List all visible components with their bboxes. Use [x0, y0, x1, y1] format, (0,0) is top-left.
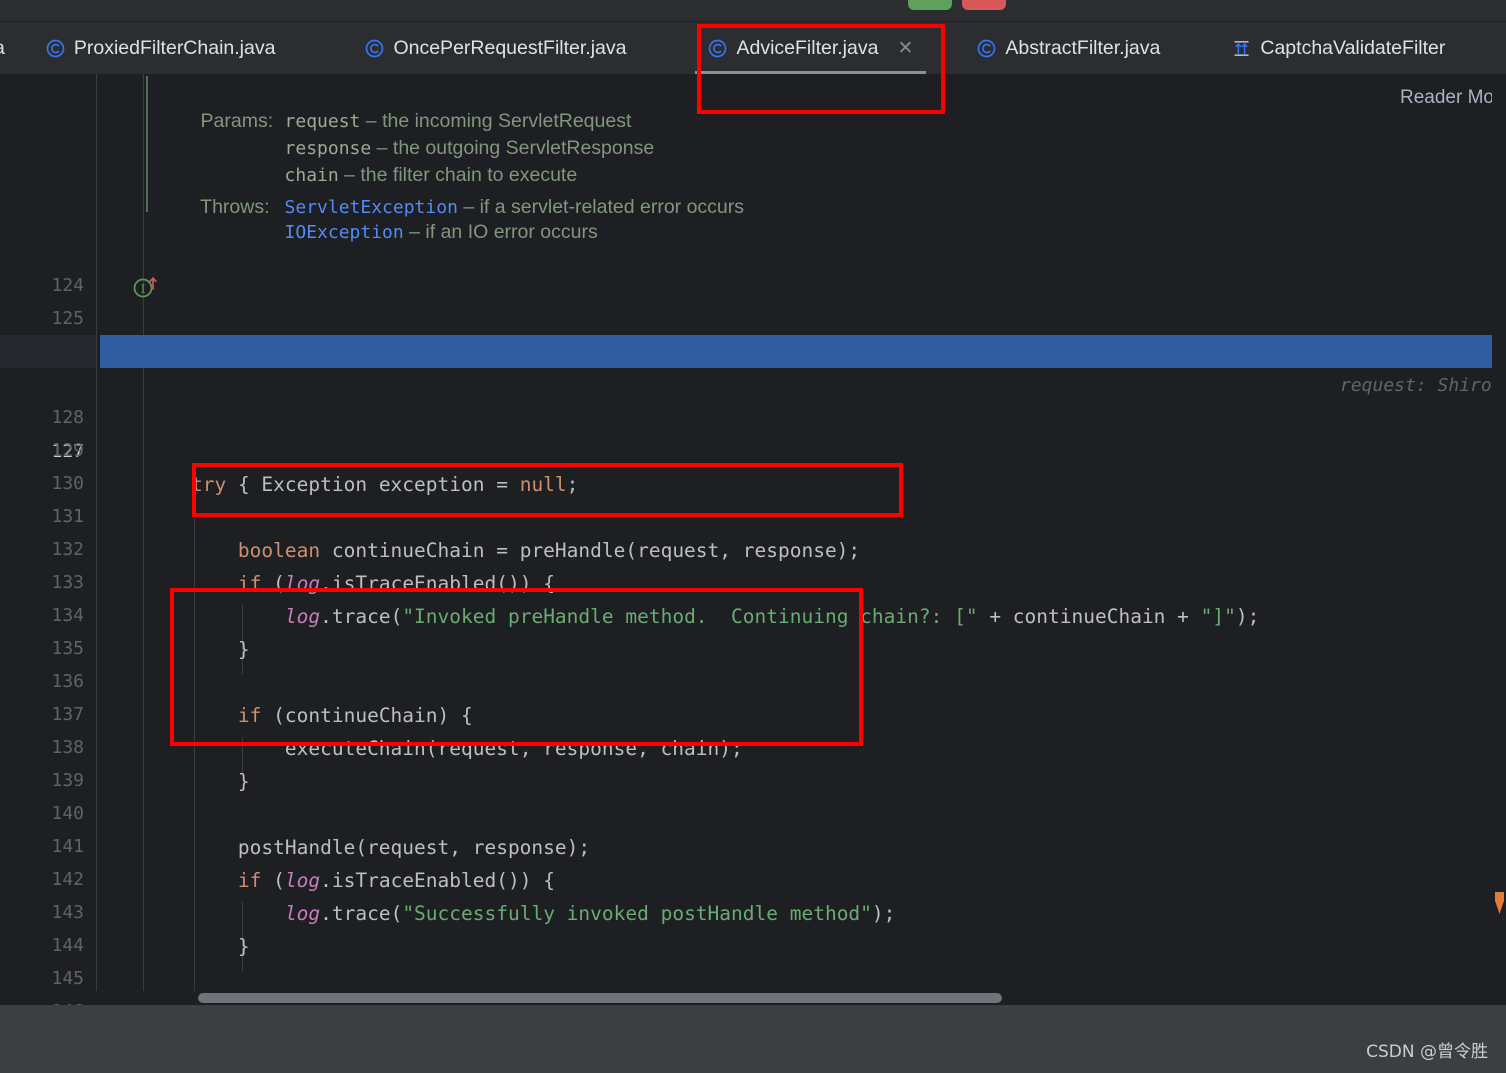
warning-marker[interactable]	[1495, 892, 1504, 914]
bottom-status-bar: CSDN @曾令胜	[0, 1005, 1506, 1073]
editor-tab-label: AbstractFilter.java	[1005, 36, 1161, 59]
editor-tab-label: OncePerRequestFilter.java	[393, 36, 627, 59]
code-line-126[interactable]: 126	[0, 302, 1506, 362]
editor-tab-proxiedfilterchain[interactable]: ProxiedFilterChain.java	[29, 22, 293, 74]
java-abstract-class-icon	[1232, 39, 1251, 58]
code-line-124[interactable]: 124 I public void doFilterInternal(Servl…	[0, 236, 1506, 396]
javadoc-accent-bar	[146, 76, 148, 212]
code-line-138[interactable]: 138 }	[0, 698, 1506, 792]
java-class-icon	[977, 39, 996, 58]
selected-line-gutter	[0, 335, 96, 369]
editor-tab-0[interactable]: a	[0, 22, 15, 74]
code-line-140[interactable]: 140 postHandle(request, response);	[0, 764, 1506, 858]
editor-tab-bar[interactable]: a ProxiedFilterChain.java OncePerRequest…	[0, 22, 1506, 74]
editor-tab-label: a	[0, 37, 5, 60]
code-text: Exception exception = null;	[261, 473, 579, 497]
code-line-128[interactable]: 128	[0, 368, 1506, 428]
horizontal-scrollbar-thumb[interactable]	[198, 993, 1002, 1003]
code-line-142[interactable]: 142 log.trace("Successfully invoked post…	[0, 830, 1506, 924]
code-editor[interactable]: Params: request – the incoming ServletRe…	[0, 74, 1506, 1005]
java-class-icon	[708, 39, 727, 58]
editor-tab-onceperrequestfilter[interactable]: OncePerRequestFilter.java	[348, 22, 643, 74]
reader-mode-link[interactable]: Reader Mo	[1400, 87, 1494, 109]
code-line-125[interactable]: 125 throws ServletException, IOException…	[0, 269, 1506, 363]
override-icon[interactable]: I	[38, 242, 157, 298]
java-class-icon	[46, 39, 65, 58]
java-class-icon	[365, 39, 384, 58]
editor-tab-label: AdviceFilter.java	[736, 36, 879, 59]
run-button[interactable]	[908, 0, 952, 10]
close-icon[interactable]: ✕	[897, 39, 913, 58]
horizontal-scrollbar-track[interactable]	[96, 991, 1506, 1005]
code-line-136[interactable]: 136 if (continueChain) {	[0, 632, 1506, 726]
code-line-137[interactable]: 137 executeChain(request, response, chai…	[0, 665, 1506, 759]
ide-window: a ProxiedFilterChain.java OncePerRequest…	[0, 0, 1506, 1073]
code-line-144[interactable]: 144	[0, 896, 1506, 956]
editor-tab-abstractfilter[interactable]: AbstractFilter.java	[960, 22, 1177, 74]
code-line-127[interactable]: 127 Exception exception = null;	[0, 335, 1506, 496]
code-line-135[interactable]: 135	[0, 599, 1506, 659]
editor-tab-label: CaptchaValidateFilter	[1260, 36, 1446, 59]
selected-line-highlight	[100, 335, 1506, 369]
code-line-130[interactable]: 130	[0, 434, 1506, 494]
code-line-143[interactable]: 143 }	[0, 863, 1506, 957]
editor-tab-captchavalidatefilter[interactable]: CaptchaValidateFilter	[1215, 22, 1462, 74]
code-line-141[interactable]: 141 if (log.isTraceEnabled()) {	[0, 797, 1506, 891]
code-line-129[interactable]: 129 try {	[0, 401, 1506, 495]
editor-tab-advicefilter[interactable]: AdviceFilter.java ✕	[691, 22, 931, 74]
editor-tab-label: ProxiedFilterChain.java	[73, 36, 276, 59]
watermark-label: CSDN @曾令胜	[1366, 1042, 1488, 1062]
code-line-134[interactable]: 134 }	[0, 566, 1506, 660]
code-line-145[interactable]: 145 } catch (Exception e) {	[0, 929, 1506, 1005]
code-line-133[interactable]: 133 log.trace("Invoked preHandle method.…	[0, 533, 1506, 627]
error-marker-scrollbar[interactable]	[1492, 74, 1506, 1005]
code-line-139[interactable]: 139	[0, 731, 1506, 791]
code-line-132[interactable]: 132 if (log.isTraceEnabled()) {	[0, 500, 1506, 594]
toolbar-strip	[0, 0, 1506, 22]
stop-button[interactable]	[962, 0, 1006, 10]
